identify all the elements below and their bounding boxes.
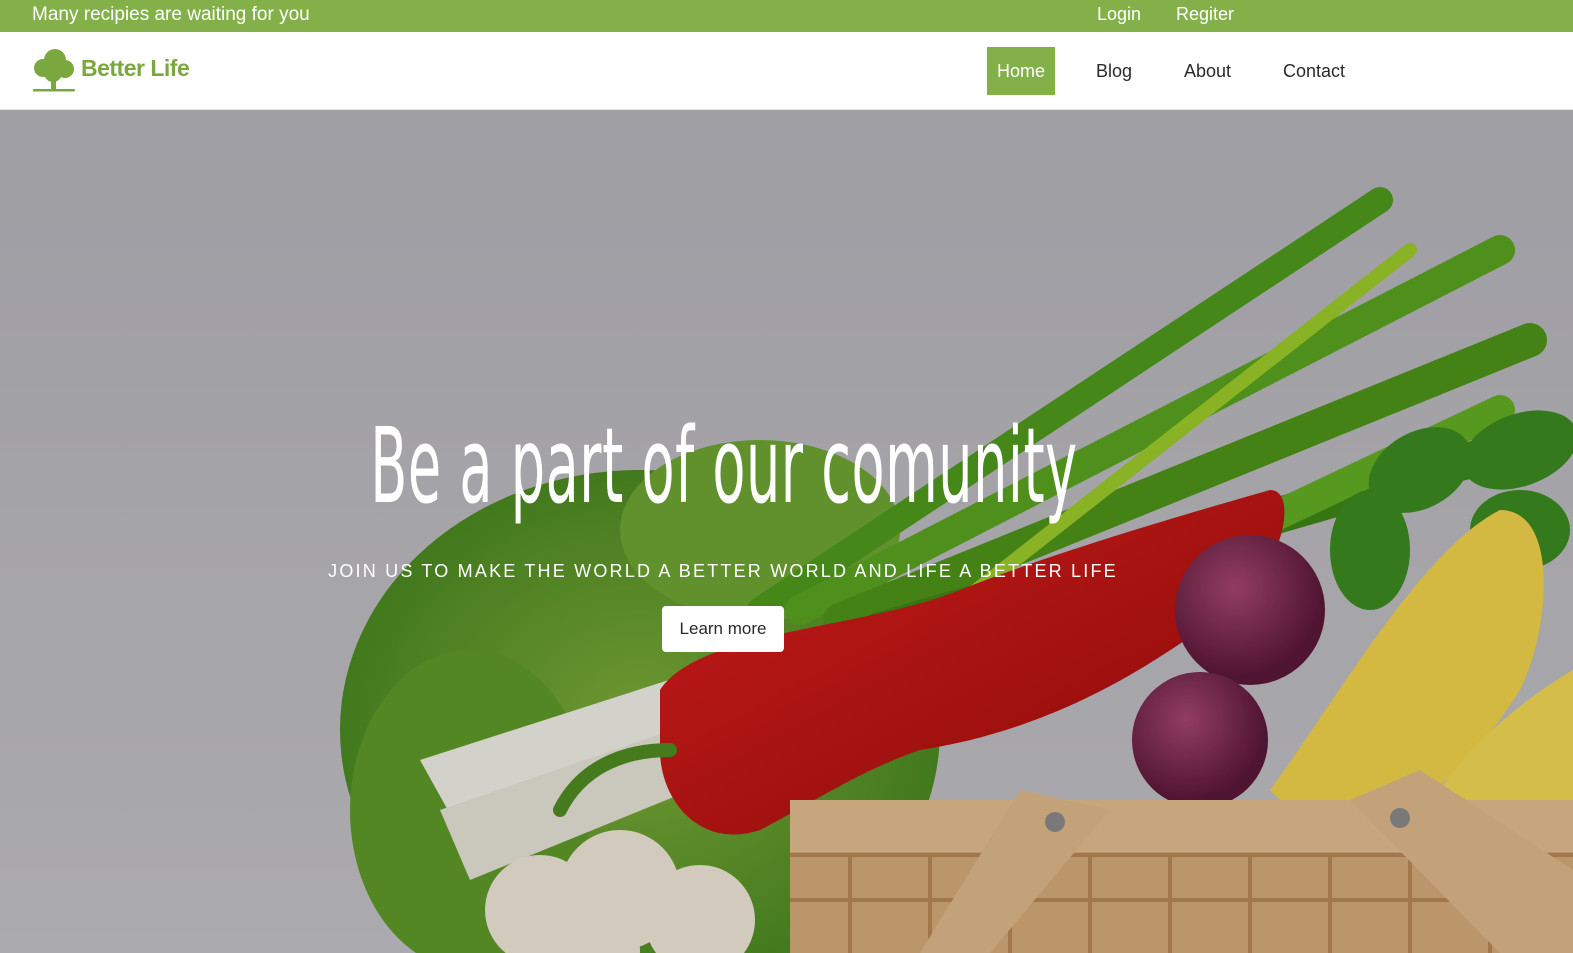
hero-section: Be a part of our comunity JOIN US TO MAK… xyxy=(0,110,1573,953)
tree-icon xyxy=(33,49,75,92)
hero-title: Be a part of our comunity xyxy=(370,405,1078,527)
login-link[interactable]: Login xyxy=(1097,4,1141,24)
brand-name: Better Life xyxy=(81,55,190,81)
nav-blog[interactable]: Blog xyxy=(1096,47,1132,95)
learn-more-button[interactable]: Learn more xyxy=(662,606,784,652)
hero-background-image xyxy=(0,110,1573,953)
promo-text: Many recipies are waiting for you xyxy=(32,4,310,25)
hero-subtitle: JOIN US TO MAKE THE WORLD A BETTER WORLD… xyxy=(328,561,1118,581)
top-announcement-bar: Many recipies are waiting for you Login … xyxy=(0,0,1573,32)
nav-about[interactable]: About xyxy=(1184,47,1231,95)
nav-home[interactable]: Home xyxy=(987,47,1055,95)
nav-contact[interactable]: Contact xyxy=(1283,47,1345,95)
main-navbar: Better Life Home Blog About Contact xyxy=(0,32,1573,110)
register-link[interactable]: Regiter xyxy=(1176,4,1234,24)
